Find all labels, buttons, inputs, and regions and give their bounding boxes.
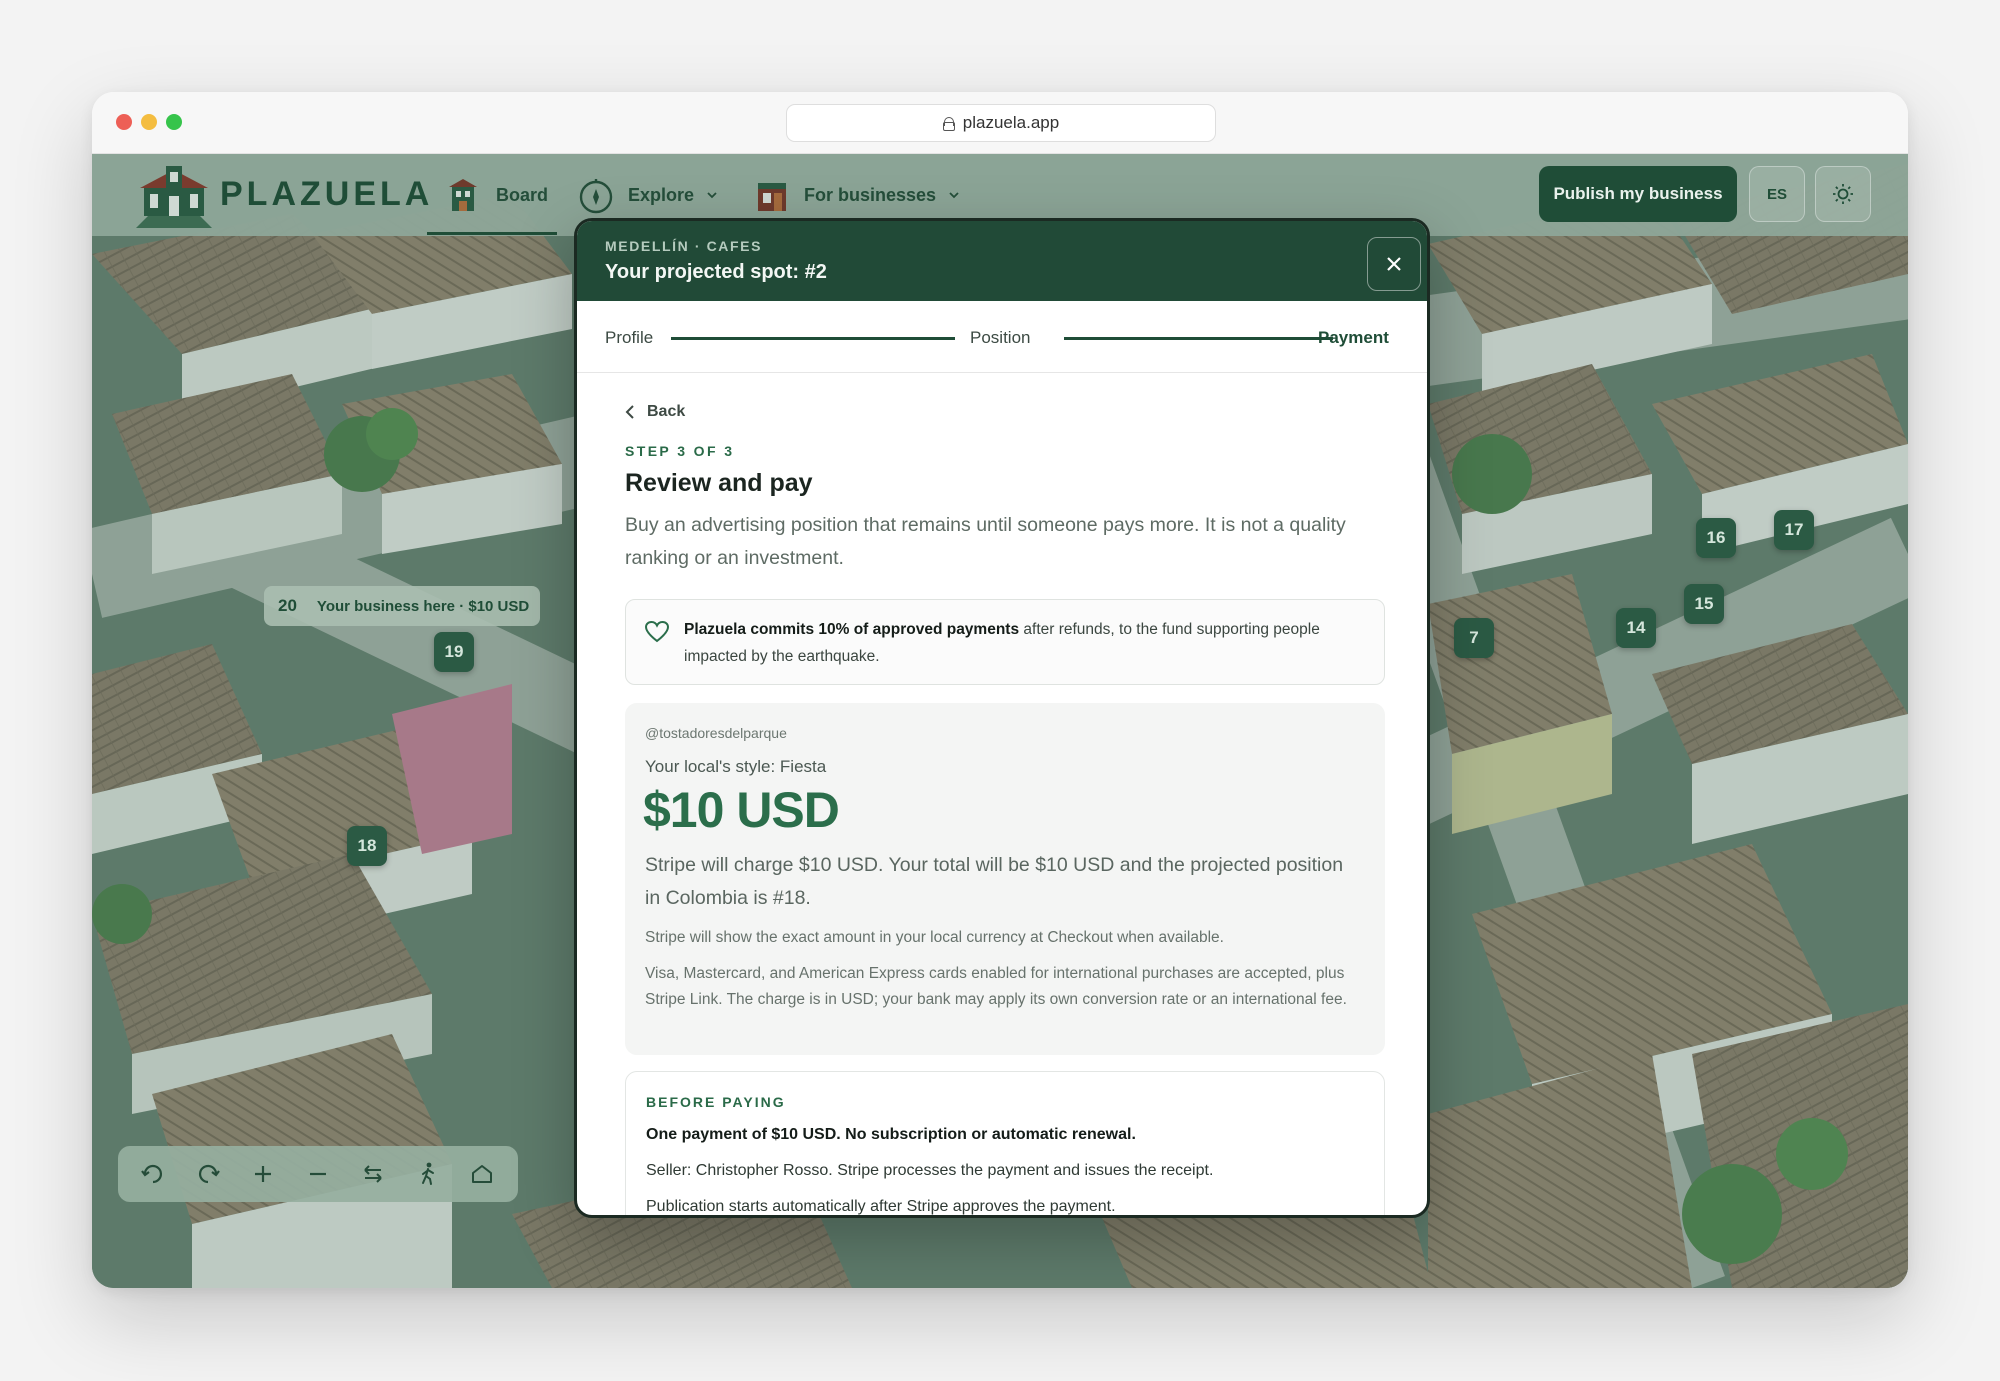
charity-commitment-text: Plazuela commits 10% of approved payment… <box>684 616 1374 670</box>
plazuela-logo-icon[interactable] <box>136 164 212 228</box>
checkout-stepper: Profile Position Payment <box>577 301 1427 373</box>
step-connector <box>671 337 955 340</box>
board-building-icon <box>449 179 477 211</box>
nav-explore-label: Explore <box>628 184 695 205</box>
map-marker[interactable]: 19 <box>434 632 474 672</box>
theme-toggle[interactable] <box>1815 166 1871 222</box>
step-counter: STEP 3 OF 3 <box>625 443 735 459</box>
zoom-in-icon[interactable] <box>246 1157 280 1191</box>
map-marker[interactable]: 14 <box>1616 608 1656 648</box>
chevron-left-icon <box>625 405 634 419</box>
lock-icon <box>942 117 955 131</box>
browser-titlebar: plazuela.app <box>92 92 1908 154</box>
address-bar[interactable]: plazuela.app <box>786 104 1216 142</box>
modal-location: MEDELLÍN · CAFES <box>605 238 763 254</box>
section-description: Buy an advertising position that remains… <box>625 514 1346 569</box>
zoom-out-icon[interactable] <box>301 1157 335 1191</box>
section-title: Review and pay <box>625 469 813 497</box>
rotate-left-icon[interactable] <box>136 1157 170 1191</box>
maximize-window-button[interactable] <box>166 114 182 130</box>
close-window-button[interactable] <box>116 114 132 130</box>
map-marker[interactable]: 17 <box>1774 510 1814 550</box>
publish-business-button[interactable]: Publish my business <box>1539 166 1737 222</box>
charge-summary: Stripe will charge $10 USD. Your total w… <box>645 854 1344 909</box>
step-payment[interactable]: Payment <box>1318 328 1389 348</box>
compass-icon <box>579 179 613 214</box>
card-acceptance-note: Visa, Mastercard, and American Express c… <box>645 965 1347 1008</box>
seller-note: Seller: Christopher Rosso. Stripe proces… <box>646 1162 1214 1179</box>
home-icon[interactable] <box>465 1157 499 1191</box>
storefront-icon <box>758 183 786 211</box>
rotate-right-icon[interactable] <box>191 1157 225 1191</box>
price-amount: $10 USD <box>643 782 840 838</box>
nav-active-indicator <box>427 232 557 235</box>
brand-name[interactable]: PLAZUELA <box>220 175 433 214</box>
before-paying-title: BEFORE PAYING <box>646 1094 786 1110</box>
currency-note: Stripe will show the exact amount in you… <box>645 929 1224 946</box>
business-handle: @tostadoresdelparque <box>645 725 787 741</box>
modal-body[interactable]: Back STEP 3 OF 3 Review and pay Buy an a… <box>577 373 1427 1215</box>
map-marker[interactable]: 7 <box>1454 618 1494 658</box>
step-connector <box>1064 337 1333 340</box>
sun-icon <box>1833 184 1853 204</box>
nav-for-businesses[interactable]: For businesses <box>752 174 960 216</box>
map-toolbar <box>118 1146 518 1202</box>
promo-spot-number: 20 <box>278 596 297 615</box>
modal-title: Your projected spot: #2 <box>605 261 827 283</box>
nav-board-label: Board <box>496 184 549 205</box>
back-label: Back <box>647 403 686 420</box>
back-button[interactable]: Back <box>625 403 685 421</box>
swap-arrows-icon[interactable] <box>356 1157 390 1191</box>
close-icon <box>1387 257 1401 271</box>
checkout-modal: MEDELLÍN · CAFES Your projected spot: #2… <box>574 218 1430 1218</box>
nav-explore[interactable]: Explore <box>576 174 718 216</box>
heart-icon <box>644 620 670 643</box>
promo-spot-20[interactable]: 20 Your business here · $10 USD <box>264 586 540 626</box>
price-summary-card: @tostadoresdelparque Your local's style:… <box>625 703 1385 1055</box>
map-marker[interactable]: 18 <box>347 826 387 866</box>
chevron-down-icon <box>949 192 959 199</box>
step-position[interactable]: Position <box>970 328 1030 348</box>
nav-for-businesses-label: For businesses <box>804 184 937 205</box>
before-paying-card: BEFORE PAYING One payment of $10 USD. No… <box>625 1071 1385 1215</box>
walk-icon[interactable] <box>411 1157 445 1191</box>
promo-spot-text: Your business here · $10 USD <box>316 597 530 615</box>
one-time-payment-note: One payment of $10 USD. No subscription … <box>646 1126 1136 1143</box>
charity-commitment-bold: Plazuela commits 10% of approved payment… <box>684 621 1020 638</box>
map-marker[interactable]: 15 <box>1684 584 1724 624</box>
chevron-down-icon <box>707 192 717 199</box>
map-marker[interactable]: 16 <box>1696 518 1736 558</box>
publication-note: Publication starts automatically after S… <box>646 1198 1116 1215</box>
charity-commitment-notice: Plazuela commits 10% of approved payment… <box>625 599 1385 685</box>
browser-window: plazuela.app 20 Your business here · $10… <box>92 92 1908 1288</box>
url-text: plazuela.app <box>962 113 1060 132</box>
language-toggle[interactable]: ES <box>1749 166 1805 222</box>
minimize-window-button[interactable] <box>141 114 157 130</box>
close-modal-button[interactable] <box>1367 237 1421 291</box>
local-style: Your local's style: Fiesta <box>645 757 827 776</box>
step-profile[interactable]: Profile <box>605 328 653 348</box>
nav-board[interactable]: Board <box>444 174 548 216</box>
modal-header: MEDELLÍN · CAFES Your projected spot: #2 <box>577 221 1427 301</box>
